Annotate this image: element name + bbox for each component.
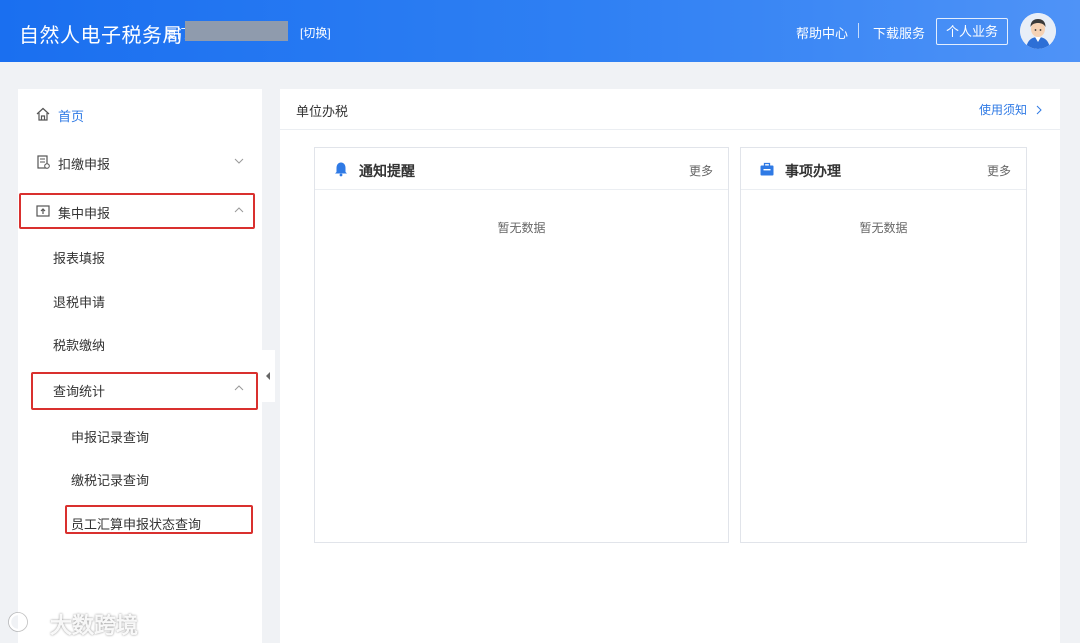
brand-title: 自然人电子税务局 [19,25,183,47]
download-service-link[interactable]: 下载服务 [873,23,925,42]
report-icon [37,155,50,169]
avatar-icon [1020,13,1056,49]
card-header: 通知提醒 更多 [315,148,728,190]
bell-icon [335,162,347,177]
sidebar-subitem-refund-request[interactable]: 退税申请 [18,280,262,320]
sidebar-collapse-toggle[interactable] [262,350,275,402]
help-center-link[interactable]: 帮助中心 [796,23,848,42]
main-panel: 单位办税 使用须知 通知提醒 更多 暂无数据 事项办理 更多 暂无数据 [280,89,1060,643]
sidebar-subitem-form-fill[interactable]: 报表填报 [18,236,262,276]
more-link[interactable]: 更多 [689,162,713,179]
sidebar-subitem-tax-payment[interactable]: 税款缴纳 [18,323,262,363]
subitem-label: 报表填报 [53,251,106,266]
page-title: 单位办税 [296,104,349,119]
highlight-box [31,372,258,410]
header-divider [858,23,859,38]
usage-notice-label: 使用须知 [979,103,1028,117]
subitem-label: 税款缴纳 [53,338,106,353]
empty-state-text: 暂无数据 [497,221,546,235]
sidebar-item-label: 首页 [58,109,85,124]
caret-left-icon [266,372,270,380]
card-header: 事项办理 更多 [741,148,1026,190]
card-title: 事项办理 [785,163,841,179]
subitem-label: 缴税记录查询 [71,473,150,488]
personal-business-button[interactable]: 个人业务 [936,18,1008,45]
briefcase-icon [760,162,774,176]
sidebar-subitem-report-records[interactable]: 申报记录查询 [18,415,262,455]
switch-region-link[interactable]: [切换] [300,24,331,41]
chevron-right-icon [1037,105,1043,115]
watermark-text: 大数跨境 [50,613,139,638]
highlight-box [19,193,255,229]
subitem-label: 申报记录查询 [71,430,150,445]
top-header: 自然人电子税务局 厦门 [切换] 帮助中心 下载服务 个人业务 [0,0,1080,62]
usage-notice-link[interactable]: 使用须知 [979,101,1044,118]
sidebar-item-home[interactable]: 首页 [18,94,262,134]
task-card: 事项办理 更多 暂无数据 [740,147,1027,543]
sidebar-subitem-payment-records[interactable]: 缴税记录查询 [18,458,262,498]
card-title: 通知提醒 [359,163,415,179]
sidebar-item-withholding[interactable]: 扣缴申报 [18,142,262,182]
sidebar: 首页 扣缴申报 集中申报 报表填报 退税申请 税款缴纳 查询统计 申报记录查询 … [18,89,262,643]
watermark-logo-icon [8,610,42,632]
more-link[interactable]: 更多 [987,162,1011,179]
main-header: 单位办税 使用须知 [280,89,1060,130]
empty-state-text: 暂无数据 [859,221,908,235]
notification-card: 通知提醒 更多 暂无数据 [314,147,729,543]
home-icon [36,107,50,121]
highlight-box [65,505,253,534]
chevron-down-icon [234,158,244,164]
user-avatar[interactable] [1020,13,1056,49]
sidebar-item-label: 扣缴申报 [58,157,111,172]
subitem-label: 退税申请 [53,295,106,310]
redacted-block [185,21,288,41]
